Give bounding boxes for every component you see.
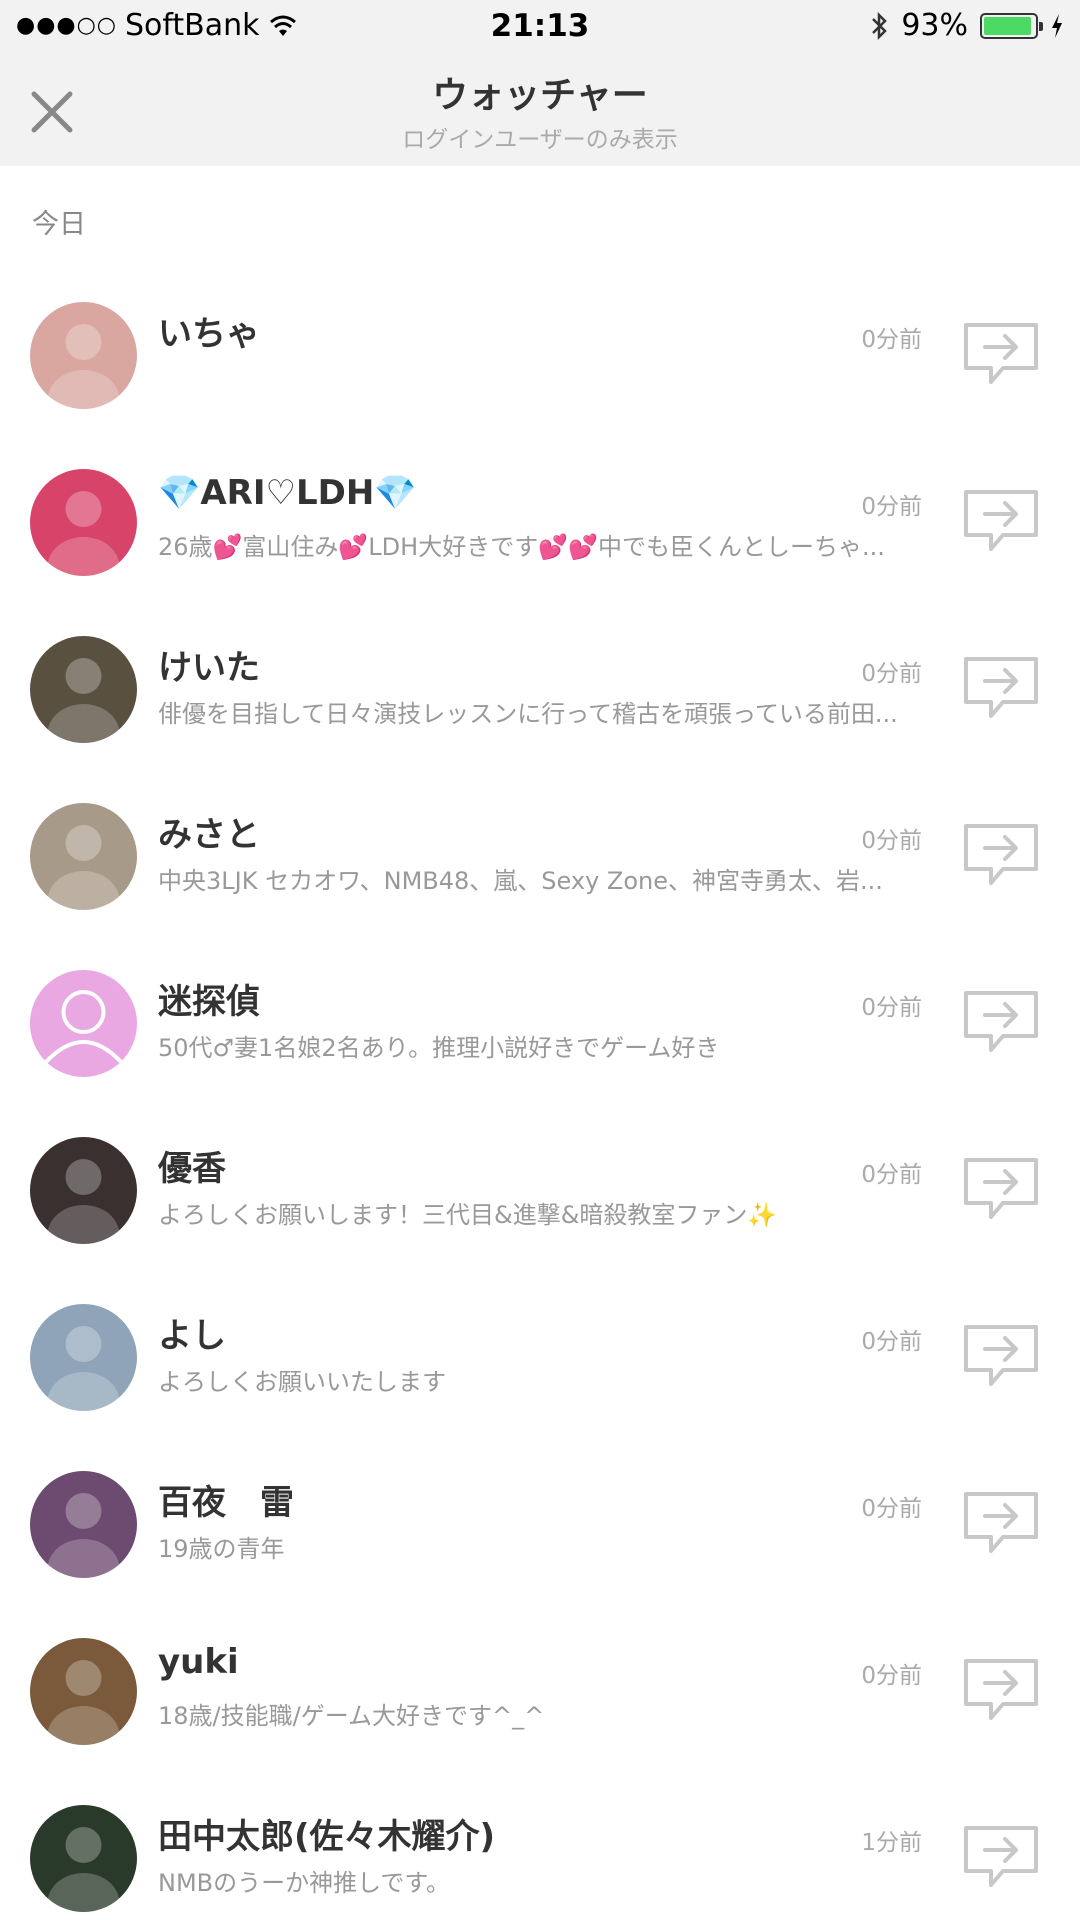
timestamp: 0分前 xyxy=(861,1663,922,1689)
user-name: みさと xyxy=(158,815,260,855)
user-bio: 俳優を目指して日々演技レッスンに行って稽古を頑張っている前田... xyxy=(158,700,898,728)
message-button-icon[interactable] xyxy=(963,990,1039,1054)
list-item[interactable]: けいた俳優を目指して日々演技レッスンに行って稽古を頑張っている前田... 0分前 xyxy=(0,584,1080,751)
avatar[interactable] xyxy=(30,1137,137,1244)
timestamp: 0分前 xyxy=(861,327,922,353)
user-name: 💎ARI♡LDH💎 xyxy=(158,473,417,513)
user-bio: 19歳の青年 xyxy=(158,1535,285,1563)
watcher-list: いちゃ 0分前 💎ARI♡LDH💎 26歳💕富山住み💕LDH大好きです💕💕中でも臣くん… xyxy=(0,250,1080,1920)
list-item[interactable]: 田中太郎(佐々木耀介) NMBのうーか神推しです。 1分前 xyxy=(0,1753,1080,1920)
avatar[interactable] xyxy=(30,302,137,409)
list-item[interactable]: いちゃ 0分前 xyxy=(0,250,1080,417)
status-right: 93% xyxy=(869,8,1064,43)
user-name: 優香 xyxy=(158,1149,226,1189)
avatar[interactable] xyxy=(30,469,137,576)
photo-icon xyxy=(47,1159,120,1244)
user-name: 迷探偵 xyxy=(158,982,260,1022)
timestamp: 0分前 xyxy=(861,494,922,520)
battery-icon xyxy=(980,12,1043,39)
page-subtitle: ログインユーザーのみ表示 xyxy=(402,127,678,153)
avatar[interactable] xyxy=(30,636,137,743)
message-button-icon[interactable] xyxy=(963,1157,1039,1221)
avatar[interactable] xyxy=(30,1638,137,1745)
timestamp: 0分前 xyxy=(861,1329,922,1355)
photo-icon xyxy=(47,825,120,910)
photo-icon xyxy=(47,658,120,743)
message-button-icon[interactable] xyxy=(963,1825,1039,1889)
user-name: いちゃ xyxy=(158,314,260,354)
avatar[interactable] xyxy=(30,970,137,1077)
list-item[interactable]: 💎ARI♡LDH💎 26歳💕富山住み💕LDH大好きです💕💕中でも臣くんとしーちゃ.… xyxy=(0,417,1080,584)
list-item[interactable]: 迷探偵 50代♂妻1名娘2名あり。推理小説好きでゲーム好き 0分前 xyxy=(0,918,1080,1085)
bluetooth-icon xyxy=(872,11,888,40)
photo-icon xyxy=(47,324,120,409)
user-name: 田中太郎(佐々木耀介) xyxy=(158,1817,496,1857)
page-title: ウォッチャー xyxy=(432,75,648,116)
avatar[interactable] xyxy=(30,1471,137,1578)
user-bio: よろしくお願いいたします xyxy=(158,1368,446,1396)
timestamp: 0分前 xyxy=(861,995,922,1021)
photo-icon xyxy=(47,491,120,576)
message-button-icon[interactable] xyxy=(963,489,1039,553)
avatar[interactable] xyxy=(30,1805,137,1912)
message-button-icon[interactable] xyxy=(963,823,1039,887)
timestamp: 0分前 xyxy=(861,661,922,687)
user-name: よし xyxy=(158,1316,226,1356)
charging-icon xyxy=(1052,13,1062,38)
photo-icon xyxy=(47,1326,120,1411)
user-name: 百夜 雷 xyxy=(158,1483,294,1523)
avatar[interactable] xyxy=(30,1304,137,1411)
timestamp: 0分前 xyxy=(861,828,922,854)
user-bio: よろしくお願いします！三代目&進撃&暗殺教室ファン✨ xyxy=(158,1201,778,1229)
message-button-icon[interactable] xyxy=(963,322,1039,386)
battery-percent: 93% xyxy=(901,8,968,43)
photo-icon xyxy=(47,1493,120,1578)
list-item[interactable]: 優香よろしくお願いします！三代目&進撃&暗殺教室ファン✨ 0分前 xyxy=(0,1085,1080,1252)
user-name: yuki xyxy=(158,1642,239,1682)
message-button-icon[interactable] xyxy=(963,1658,1039,1722)
user-bio: 50代♂妻1名娘2名あり。推理小説好きでゲーム好き xyxy=(158,1034,720,1062)
avatar[interactable] xyxy=(30,803,137,910)
message-button-icon[interactable] xyxy=(963,656,1039,720)
user-name: けいた xyxy=(158,648,260,688)
list-item[interactable]: よしよろしくお願いいたします 0分前 xyxy=(0,1252,1080,1419)
message-button-icon[interactable] xyxy=(963,1324,1039,1388)
user-bio: NMBのうーか神推しです。 xyxy=(158,1869,451,1897)
photo-icon xyxy=(47,1827,120,1912)
photo-icon xyxy=(47,1660,120,1745)
list-item[interactable]: 百夜 雷 19歳の青年 0分前 xyxy=(0,1419,1080,1586)
user-bio: 中央3LJK セカオワ、NMB48、嵐、Sexy Zone、神宮寺勇太、岩... xyxy=(158,867,883,895)
section-header-today: 今日 xyxy=(32,209,86,240)
timestamp: 0分前 xyxy=(861,1162,922,1188)
status-bar: ●●●○○ SoftBank 21:13 93% xyxy=(0,0,1080,54)
list-item[interactable]: yuki 18歳/技能職/ゲーム大好きです^_^ 0分前 xyxy=(0,1586,1080,1753)
user-bio: 26歳💕富山住み💕LDH大好きです💕💕中でも臣くんとしーちゃ... xyxy=(158,533,885,561)
list-item[interactable]: みさと中央3LJK セカオワ、NMB48、嵐、Sexy Zone、神宮寺勇太、岩… xyxy=(0,751,1080,918)
navigation-bar: ウォッチャー ログインユーザーのみ表示 xyxy=(0,54,1080,166)
message-button-icon[interactable] xyxy=(963,1491,1039,1555)
user-bio: 18歳/技能職/ゲーム大好きです^_^ xyxy=(158,1702,545,1730)
timestamp: 0分前 xyxy=(861,1496,922,1522)
timestamp: 1分前 xyxy=(861,1830,922,1856)
default-user-icon xyxy=(44,990,123,1064)
